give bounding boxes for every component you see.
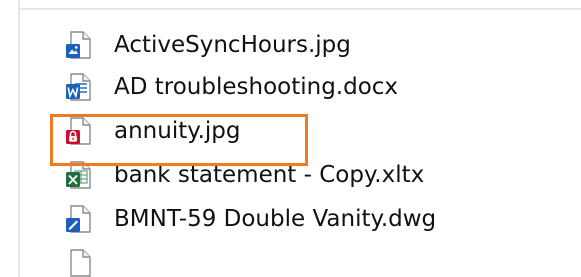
file-icon bbox=[64, 248, 94, 277]
file-row[interactable] bbox=[20, 242, 581, 277]
file-list: ActiveSyncHours.jpg AD troubleshooting.d… bbox=[20, 10, 581, 277]
navigation-pane bbox=[0, 0, 18, 277]
drawing-file-icon bbox=[64, 204, 94, 234]
file-row[interactable]: AD troubleshooting.docx bbox=[20, 66, 581, 108]
file-explorer-window: ActiveSyncHours.jpg AD troubleshooting.d… bbox=[0, 0, 581, 277]
file-row-selected[interactable]: annuity.jpg bbox=[20, 110, 581, 152]
file-row[interactable]: BMNT-59 Double Vanity.dwg bbox=[20, 198, 581, 240]
word-doc-file-icon bbox=[64, 72, 94, 102]
file-row[interactable]: ActiveSyncHours.jpg bbox=[20, 24, 581, 66]
file-name: annuity.jpg bbox=[114, 118, 241, 144]
excel-template-file-icon bbox=[64, 160, 94, 190]
locked-image-file-icon bbox=[64, 116, 94, 146]
image-file-icon bbox=[64, 30, 94, 60]
file-name: AD troubleshooting.docx bbox=[114, 74, 399, 100]
file-name: ActiveSyncHours.jpg bbox=[114, 32, 351, 58]
file-row[interactable]: bank statement - Copy.xltx bbox=[20, 154, 581, 196]
file-name: BMNT-59 Double Vanity.dwg bbox=[114, 206, 437, 232]
file-name: bank statement - Copy.xltx bbox=[114, 162, 425, 188]
